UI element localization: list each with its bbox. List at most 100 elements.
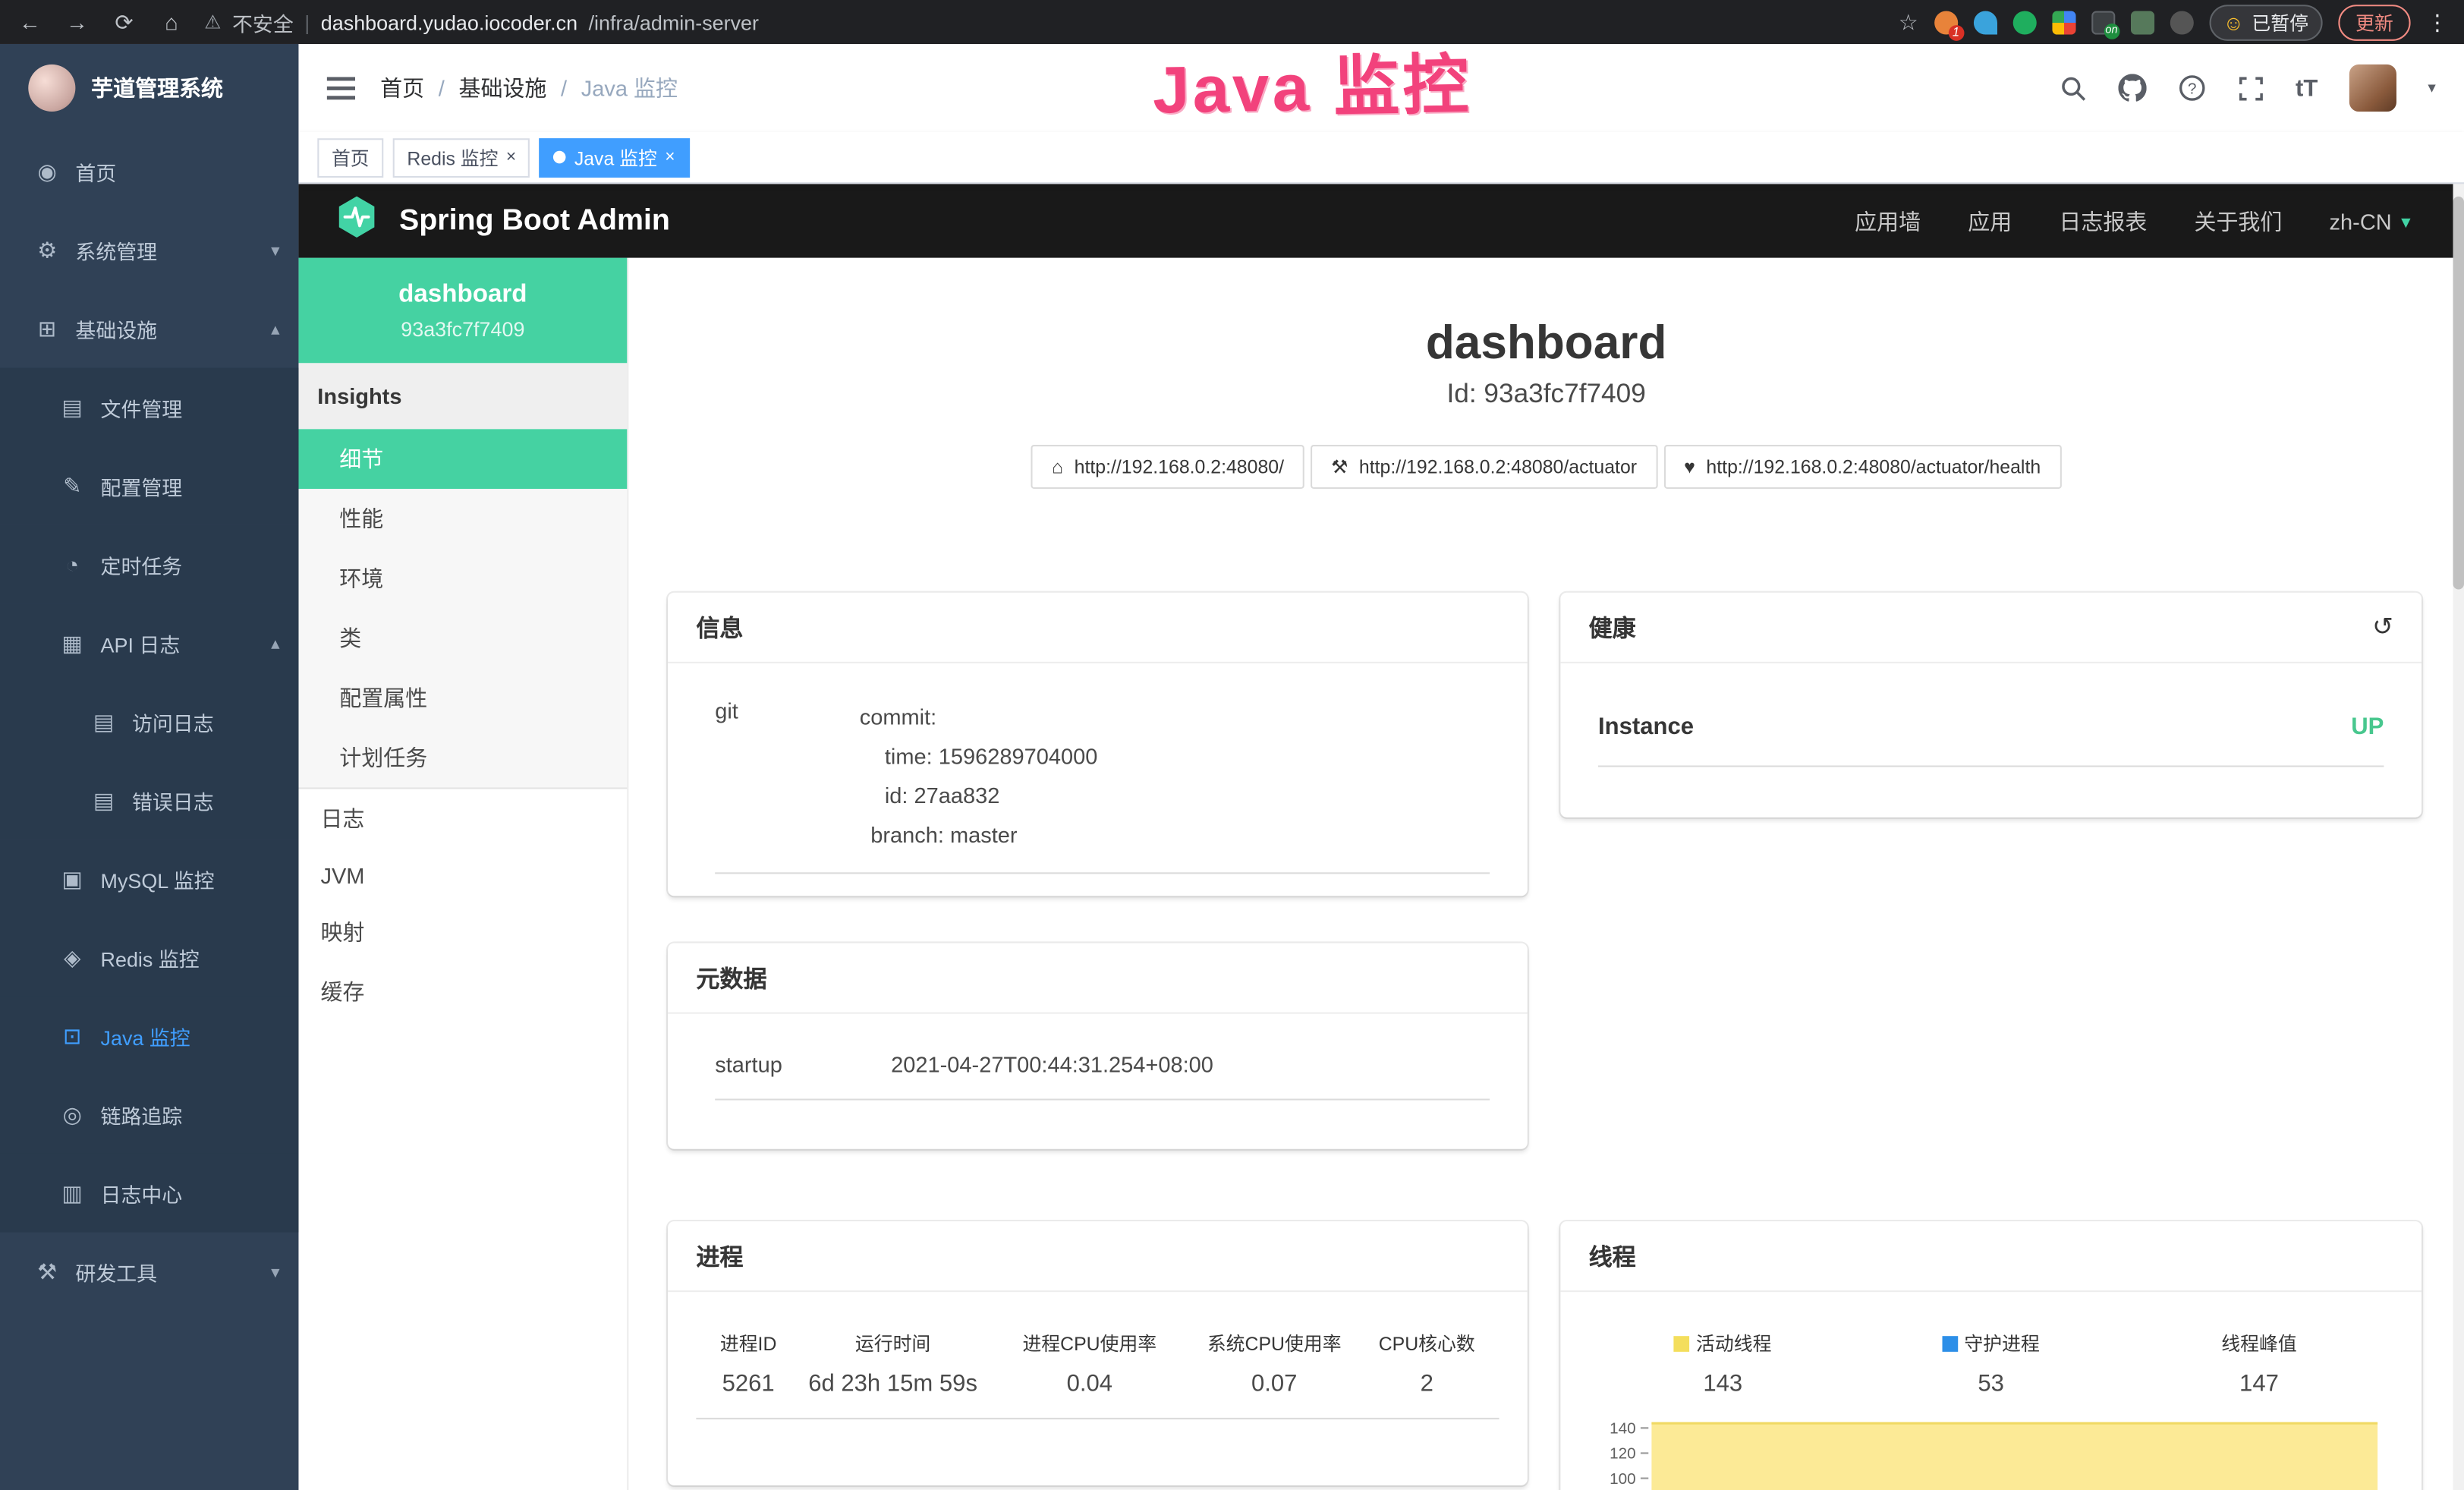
sba-menu-scheduledtasks[interactable]: 计划任务 xyxy=(298,728,627,788)
page-scrollbar[interactable] xyxy=(2453,184,2464,1490)
sba-menu-environment[interactable]: 环境 xyxy=(298,549,627,609)
sidebar-item-redis[interactable]: ◈ Redis 监控 xyxy=(0,918,298,997)
sidebar-item-infra[interactable]: ⊞ 基础设施 ▴ xyxy=(0,289,298,368)
locale-selector[interactable]: zh-CN ▾ xyxy=(2330,208,2411,233)
process-column-header: CPU核心数 xyxy=(1355,1330,1499,1356)
sidebar-item-file[interactable]: ▤ 文件管理 xyxy=(0,368,298,447)
fullscreen-icon[interactable] xyxy=(2237,74,2264,101)
app-logo[interactable]: 芋道管理系统 xyxy=(0,44,298,132)
logo-avatar xyxy=(28,65,75,112)
browser-menu-icon[interactable]: ⋮ xyxy=(2426,8,2448,35)
sba-menu-logs[interactable]: 日志 xyxy=(298,789,627,849)
back-icon[interactable]: ← xyxy=(16,9,44,34)
update-button[interactable]: 更新 xyxy=(2338,4,2410,40)
extension-icon-leaf[interactable] xyxy=(2130,10,2154,33)
reload-icon[interactable]: ⟳ xyxy=(110,8,138,35)
profile-paused-badge[interactable]: ☺ 已暂停 xyxy=(2209,4,2323,40)
process-value: 2 xyxy=(1355,1371,1499,1397)
sba-nav-journal[interactable]: 日志报表 xyxy=(2059,205,2147,236)
health-url-button[interactable]: ♥ http://192.168.0.2:48080/actuator/heal… xyxy=(1663,445,2061,489)
extension-icon-grid[interactable] xyxy=(2052,10,2075,33)
process-column-header: 运行时间 xyxy=(801,1330,985,1356)
service-url-button[interactable]: ⌂ http://192.168.0.2:48080/ xyxy=(1031,445,1304,489)
sba-brand-title: Spring Boot Admin xyxy=(399,203,670,238)
sidebar-item-access-log[interactable]: ▤ 访问日志 xyxy=(0,682,298,761)
extension-icon-drop[interactable] xyxy=(1973,10,1997,33)
legend-label: 守护进程 xyxy=(1964,1333,2039,1355)
close-icon[interactable]: × xyxy=(665,148,675,167)
security-label[interactable]: 不安全 xyxy=(232,7,294,36)
legend-swatch-yellow xyxy=(1674,1336,1690,1352)
sidebar-item-api-log[interactable]: ▦ API 日志 ▴ xyxy=(0,603,298,682)
sidebar-item-home[interactable]: ◉ 首页 xyxy=(0,132,298,211)
sba-nav-applications[interactable]: 应用 xyxy=(1968,205,2012,236)
home-icon[interactable]: ⌂ xyxy=(157,9,185,34)
history-icon[interactable]: ↺ xyxy=(2372,612,2393,643)
info-line: id: 27aa832 xyxy=(860,777,1098,816)
sba-nav: 应用墙 应用 日志报表 关于我们 zh-CN ▾ xyxy=(1855,205,2429,236)
sidebar-item-devtools[interactable]: ⚒ 研发工具 ▾ xyxy=(0,1233,298,1312)
close-icon[interactable]: × xyxy=(506,148,516,167)
extensions-puzzle-icon[interactable] xyxy=(2170,10,2193,33)
sidebar-item-label: MySQL 监控 xyxy=(101,864,215,893)
sidebar-item-label: 配置管理 xyxy=(101,471,183,500)
scrollbar-thumb[interactable] xyxy=(2453,197,2464,590)
address-bar[interactable]: ⚠ 不安全 | dashboard.yudao.iocoder.cn/infra… xyxy=(204,7,759,36)
sidebar-item-system[interactable]: ⚙ 系统管理 ▾ xyxy=(0,210,298,289)
sidebar-item-java-monitor[interactable]: ⊡ Java 监控 xyxy=(0,997,298,1076)
sidebar-item-log-center[interactable]: ▥ 日志中心 xyxy=(0,1154,298,1233)
sba-menu-section-insights: Insights xyxy=(298,363,627,429)
sidebar-item-label: API 日志 xyxy=(101,628,181,657)
sba-menu-mappings[interactable]: 映射 xyxy=(298,903,627,962)
user-avatar[interactable] xyxy=(2349,65,2396,112)
sba-menu-details[interactable]: 细节 xyxy=(298,429,627,489)
breadcrumb-infra[interactable]: 基础设施 xyxy=(458,72,546,103)
sidebar-item-label: Java 监控 xyxy=(101,1021,190,1051)
legend-swatch-blue xyxy=(1942,1336,1958,1352)
extension-icon-toggle[interactable]: on xyxy=(2091,10,2115,33)
sba-menu-classes[interactable]: 类 xyxy=(298,608,627,668)
health-instance-label[interactable]: Instance xyxy=(1598,713,1694,740)
hamburger-icon[interactable] xyxy=(327,76,355,99)
extension-icon-green[interactable] xyxy=(2012,10,2036,33)
sidebar-item-error-log[interactable]: ▤ 错误日志 xyxy=(0,761,298,840)
sba-menu-caches[interactable]: 缓存 xyxy=(298,962,627,1022)
tab-label: 首页 xyxy=(332,143,370,170)
bookmark-star-icon[interactable]: ☆ xyxy=(1899,8,1918,35)
font-size-icon[interactable]: tT xyxy=(2296,74,2318,101)
sba-sidebar: dashboard 93a3fc7f7409 Insights 细节 性能 环境… xyxy=(298,258,628,1490)
sba-menu-jvm[interactable]: JVM xyxy=(298,849,627,902)
forward-icon[interactable]: → xyxy=(63,9,91,34)
tab-home[interactable]: 首页 xyxy=(317,137,383,177)
sba-nav-about[interactable]: 关于我们 xyxy=(2194,205,2282,236)
avatar-caret-icon[interactable]: ▾ xyxy=(2428,80,2435,97)
github-icon[interactable] xyxy=(2118,74,2146,102)
tab-redis-monitor[interactable]: Redis 监控 × xyxy=(393,137,530,177)
chevron-up-icon: ▴ xyxy=(271,318,279,339)
search-icon[interactable] xyxy=(2060,74,2086,101)
breadcrumb-home[interactable]: 首页 xyxy=(380,72,424,103)
sba-content: dashboard Id: 93a3fc7f7409 ⌂ http://192.… xyxy=(628,258,2464,1490)
sidebar-item-trace[interactable]: ◎ 链路追踪 xyxy=(0,1075,298,1154)
app-title: 芋道管理系统 xyxy=(91,72,223,103)
tab-java-monitor[interactable]: Java 监控 × xyxy=(540,137,689,177)
sidebar-item-job[interactable]: ◔ 定时任务 xyxy=(0,525,298,604)
sba-menu-configprops[interactable]: 配置属性 xyxy=(298,668,627,728)
locale-caret-icon: ▾ xyxy=(2401,209,2410,232)
process-value: 0.07 xyxy=(1194,1371,1355,1397)
help-icon[interactable]: ? xyxy=(2178,74,2206,102)
extension-icon-orange[interactable]: 1 xyxy=(1934,10,1958,33)
process-value: 6d 23h 15m 59s xyxy=(801,1371,985,1397)
threads-peak-value: 147 xyxy=(2125,1371,2393,1397)
instance-header[interactable]: dashboard 93a3fc7f7409 xyxy=(298,258,627,364)
error-log-icon: ▤ xyxy=(91,786,116,813)
active-dot xyxy=(554,151,567,164)
actuator-url-button[interactable]: ⚒ http://192.168.0.2:48080/actuator xyxy=(1311,445,1657,489)
sba-nav-wallboard[interactable]: 应用墙 xyxy=(1855,205,1921,236)
dashboard-icon: ◉ xyxy=(35,158,60,184)
log-center-icon: ▥ xyxy=(60,1180,85,1206)
sidebar-item-mysql[interactable]: ▣ MySQL 监控 xyxy=(0,840,298,918)
sba-menu-metrics[interactable]: 性能 xyxy=(298,489,627,549)
sidebar-item-config[interactable]: ✎ 配置管理 xyxy=(0,446,298,525)
info-line: branch: master xyxy=(860,816,1098,855)
